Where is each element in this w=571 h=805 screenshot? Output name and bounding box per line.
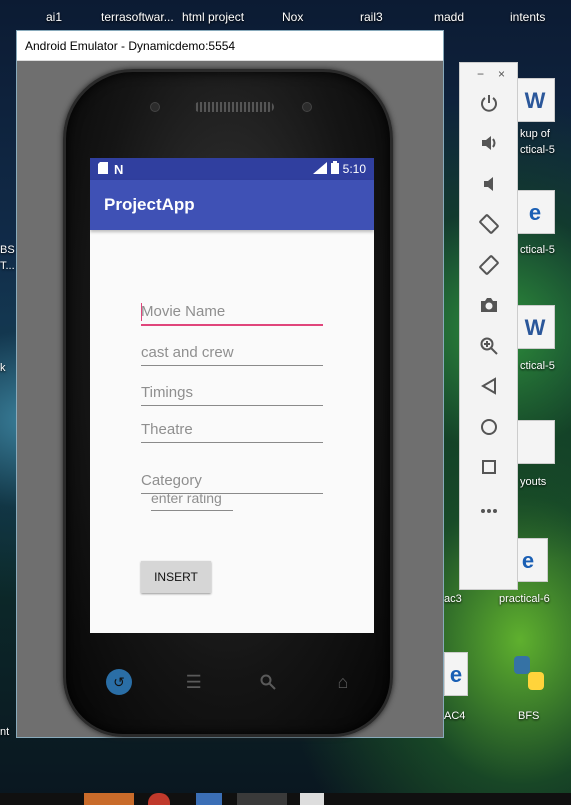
signal-icon (312, 161, 327, 177)
desktop-icon-label: ac3 (444, 593, 462, 605)
sd-card-icon (98, 161, 108, 177)
pdf-document-icon[interactable]: e (444, 652, 468, 696)
zoom-button[interactable] (460, 328, 517, 369)
power-icon (479, 93, 499, 118)
rotate-right-button[interactable] (460, 247, 517, 288)
phone-screen: N 5:10 ProjectApp Movie Name cast and cr… (90, 158, 374, 633)
desktop-icon-label[interactable]: madd (434, 10, 464, 24)
desktop-icon-label[interactable]: terrasoftwar... (101, 10, 174, 24)
screenshot-button[interactable] (460, 288, 517, 329)
desktop-icon-label: ctical-5 (520, 360, 555, 372)
back-key-icon[interactable]: ↺ (106, 669, 132, 695)
cast-crew-field[interactable] (141, 342, 323, 366)
front-camera-icon (302, 102, 312, 112)
desktop-icon-label: BFS (518, 710, 540, 722)
timings-input[interactable] (141, 382, 323, 406)
desktop-icon-label: kup of (520, 128, 550, 140)
movie-name-input[interactable] (141, 301, 323, 326)
back-icon (480, 377, 497, 400)
close-button[interactable]: × (498, 63, 505, 85)
volume-down-button[interactable] (460, 166, 517, 207)
taskbar-app-icon[interactable] (84, 793, 134, 805)
power-button[interactable] (460, 85, 517, 126)
home-icon (480, 418, 498, 441)
volume-up-button[interactable] (460, 126, 517, 167)
app-title: ProjectApp (90, 180, 374, 230)
rotate-right-icon (478, 254, 500, 281)
sensor-icon (150, 102, 160, 112)
taskbar-app-icon[interactable] (300, 793, 324, 805)
text-cursor (141, 303, 142, 321)
desktop-icon-label[interactable]: rail3 (360, 10, 383, 24)
home-button[interactable] (460, 409, 517, 450)
emulator-toolbar: − × (459, 62, 518, 590)
status-bar: N 5:10 (90, 158, 374, 180)
theatre-field[interactable] (141, 419, 323, 443)
rotate-left-button[interactable] (460, 207, 517, 248)
pdf-document-icon[interactable]: e (515, 190, 555, 234)
more-icon (480, 501, 498, 519)
desktop-icon-label: nt (0, 726, 10, 738)
emulator-window: Android Emulator - Dynamicdemo:5554 N 5:… (16, 30, 444, 738)
taskbar-app-icon[interactable] (237, 793, 287, 805)
menu-key-icon[interactable]: ☰ (181, 669, 207, 695)
desktop-icon-label: AC4 (444, 710, 466, 722)
volume-up-icon (479, 133, 499, 158)
phone-frame: N 5:10 ProjectApp Movie Name cast and cr… (63, 69, 393, 737)
status-time: 5:10 (342, 162, 366, 176)
window-title[interactable]: Android Emulator - Dynamicdemo:5554 (17, 31, 443, 61)
zoom-icon (479, 336, 499, 361)
desktop-icon-label: BS (0, 244, 15, 256)
camera-icon (479, 296, 499, 319)
home-key-icon[interactable]: ⌂ (330, 669, 356, 695)
desktop-icon-label[interactable]: ai1 (46, 10, 62, 24)
desktop-icon-label: youts (520, 476, 547, 488)
rating-field[interactable] (151, 488, 233, 511)
rotate-left-icon (478, 213, 500, 240)
back-button[interactable] (460, 369, 517, 410)
desktop-icon-label: k (0, 362, 6, 374)
word-document-icon[interactable]: W (515, 78, 555, 122)
insert-button[interactable]: INSERT (141, 561, 211, 593)
movie-form: INSERT (90, 230, 374, 633)
overview-button[interactable] (460, 450, 517, 491)
desktop-icon-label[interactable]: intents (510, 10, 545, 24)
speaker-grille (194, 102, 274, 112)
minimize-button[interactable]: − (477, 63, 484, 85)
desktop-icon-label: T... (0, 260, 15, 272)
movie-name-field[interactable] (141, 301, 323, 326)
more-button[interactable] (460, 490, 517, 531)
timings-field[interactable] (141, 382, 323, 406)
desktop-icon-label: ctical-5 (520, 144, 555, 156)
taskbar-app-icon[interactable] (196, 793, 222, 805)
hardware-nav-keys: ↺ ☰ ⌂ (106, 662, 356, 702)
rating-input[interactable] (151, 488, 233, 511)
search-key-icon[interactable] (255, 669, 281, 695)
desktop-icon-label: ctical-5 (520, 244, 555, 256)
volume-down-icon (479, 174, 499, 199)
desktop-icon-label[interactable]: Nox (282, 10, 303, 24)
battery-icon (330, 161, 339, 177)
notification-n-icon: N (114, 161, 124, 177)
overview-icon (481, 459, 497, 480)
cast-crew-input[interactable] (141, 342, 323, 366)
theatre-input[interactable] (141, 419, 323, 443)
desktop-icon-label[interactable]: html project (182, 10, 244, 24)
taskbar-app-icon[interactable] (148, 793, 170, 805)
word-document-icon[interactable]: W (515, 305, 555, 349)
document-icon[interactable] (515, 420, 555, 464)
python-file-icon[interactable] (510, 652, 550, 696)
desktop-icon-label: practical-6 (499, 593, 550, 605)
